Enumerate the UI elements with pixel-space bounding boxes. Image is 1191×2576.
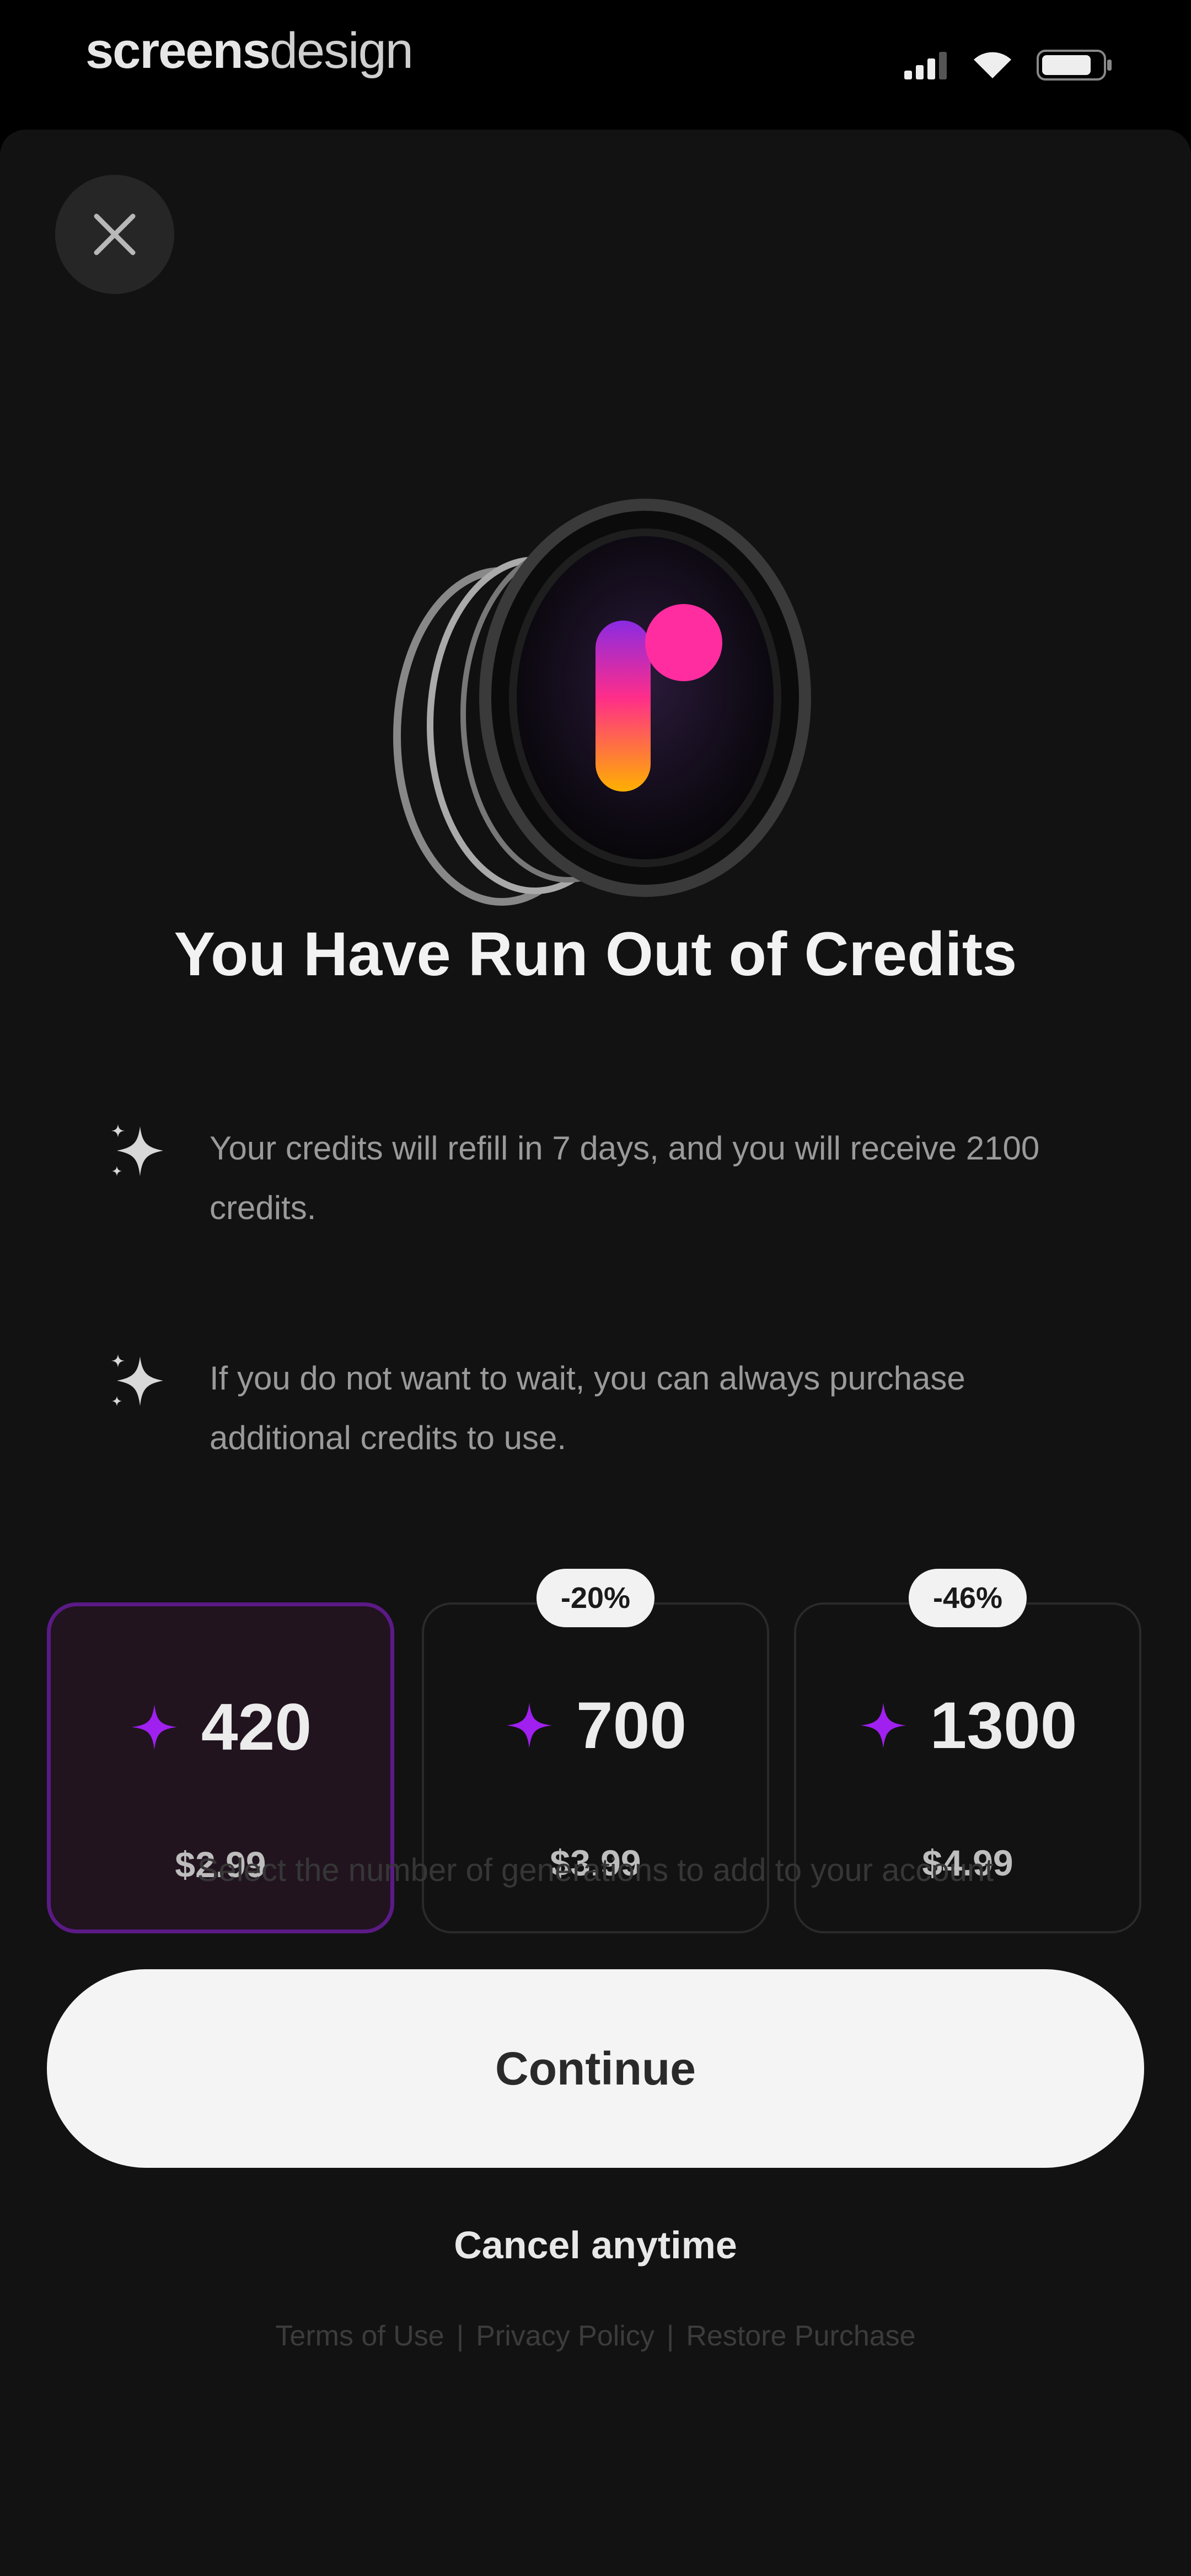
sparkle-icon <box>860 1703 906 1748</box>
close-icon <box>94 213 136 255</box>
credit-plans: 420 $2.99 -20% 700 $3.99 -46% 1300 $4.99 <box>47 1470 1144 1933</box>
sparkle-icon <box>506 1703 552 1748</box>
info-row-purchase: If you do not want to wait, you can alwa… <box>105 1349 1070 1468</box>
cancel-anytime-text: Cancel anytime <box>454 2224 737 2267</box>
discount-badge: -20% <box>536 1569 655 1627</box>
watermark-part-1: screens <box>85 23 271 79</box>
info-text-refill: Your credits will refill in 7 days, and … <box>210 1130 1040 1226</box>
info-text-purchase: If you do not want to wait, you can alwa… <box>210 1360 965 1456</box>
plan-credits-1300: 1300 <box>796 1687 1139 1763</box>
watermark-part-2: design <box>269 23 414 79</box>
discount-badge: -46% <box>908 1569 1027 1627</box>
page-title: You Have Run Out of Credits <box>174 920 1017 988</box>
sparkle-icon <box>111 1354 163 1406</box>
system-icons <box>904 49 1114 82</box>
privacy-link[interactable]: Privacy Policy <box>476 2320 654 2353</box>
footer-separator: | <box>666 2320 674 2352</box>
hero-lens-logo-image <box>393 499 811 906</box>
wifi-icon <box>974 52 1011 78</box>
terms-link[interactable]: Terms of Use <box>275 2320 444 2353</box>
plan-credits-value: 700 <box>576 1688 687 1762</box>
battery-icon <box>1037 50 1112 81</box>
plan-credits-value: 420 <box>201 1690 312 1764</box>
restore-purchase-link[interactable]: Restore Purchase <box>686 2320 915 2353</box>
plan-hint-text: Select the number of generations to add … <box>197 1852 994 1888</box>
sparkle-icon <box>131 1704 177 1750</box>
paywall-sheet: You Have Run Out of Credits Your credits… <box>0 130 1191 2576</box>
plan-credits-420: 420 <box>51 1689 390 1765</box>
signal-icon <box>904 52 947 79</box>
footer-links: Terms of Use | Privacy Policy | Restore … <box>0 2320 1191 2353</box>
plan-credits-value: 1300 <box>930 1688 1077 1762</box>
continue-button[interactable]: Continue <box>47 1969 1144 2168</box>
footer-separator: | <box>456 2320 464 2352</box>
watermark-logo: screensdesign <box>85 22 414 80</box>
info-row-refill: Your credits will refill in 7 days, and … <box>105 1119 1070 1238</box>
close-button[interactable] <box>55 175 174 294</box>
status-bar: screensdesign <box>0 0 1191 130</box>
plan-credits-700: 700 <box>424 1687 767 1763</box>
sparkle-icon <box>111 1124 163 1176</box>
